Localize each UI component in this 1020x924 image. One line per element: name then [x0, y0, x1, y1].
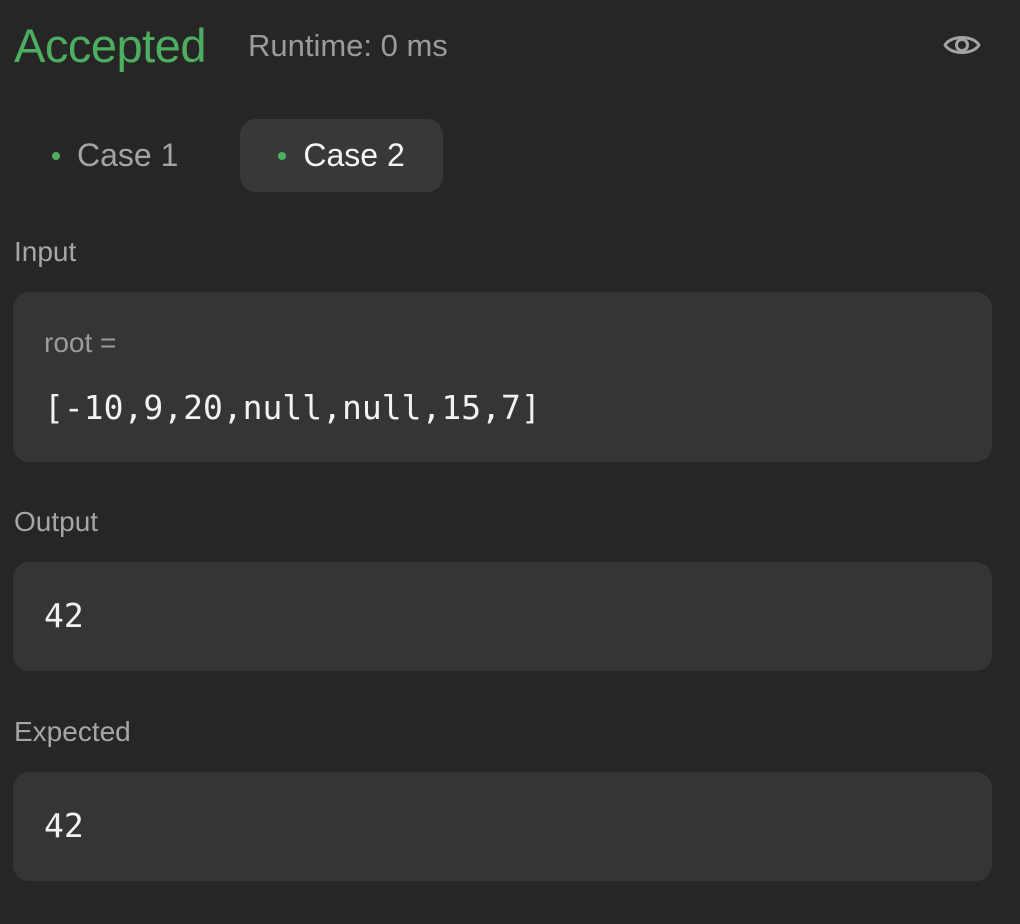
output-value: 42 — [44, 596, 84, 635]
input-box: root = [-10,9,20,null,null,15,7] — [13, 292, 992, 462]
pass-dot-icon — [52, 151, 60, 160]
output-box: 42 — [13, 562, 992, 671]
pass-dot-icon — [278, 151, 287, 160]
expected-box: 42 — [13, 772, 992, 881]
eye-icon[interactable] — [942, 28, 982, 62]
input-value: [-10,9,20,null,null,15,7] — [44, 388, 541, 427]
runtime-label: Runtime: 0 ms — [247, 28, 448, 63]
expected-value: 42 — [44, 806, 84, 845]
input-var-name: root = — [44, 327, 117, 358]
input-label: Input — [14, 236, 77, 267]
output-label: Output — [14, 506, 99, 537]
tab-case-1[interactable]: Case 1 — [14, 119, 216, 192]
result-header: Accepted Runtime: 0 ms — [14, 18, 990, 74]
tab-label: Case 2 — [303, 137, 405, 173]
tab-case-2[interactable]: Case 2 — [240, 119, 443, 192]
case-tabs: Case 1 Case 2 — [14, 119, 443, 192]
tab-label: Case 1 — [77, 137, 179, 173]
result-status: Accepted — [14, 19, 206, 72]
expected-label: Expected — [14, 716, 131, 747]
